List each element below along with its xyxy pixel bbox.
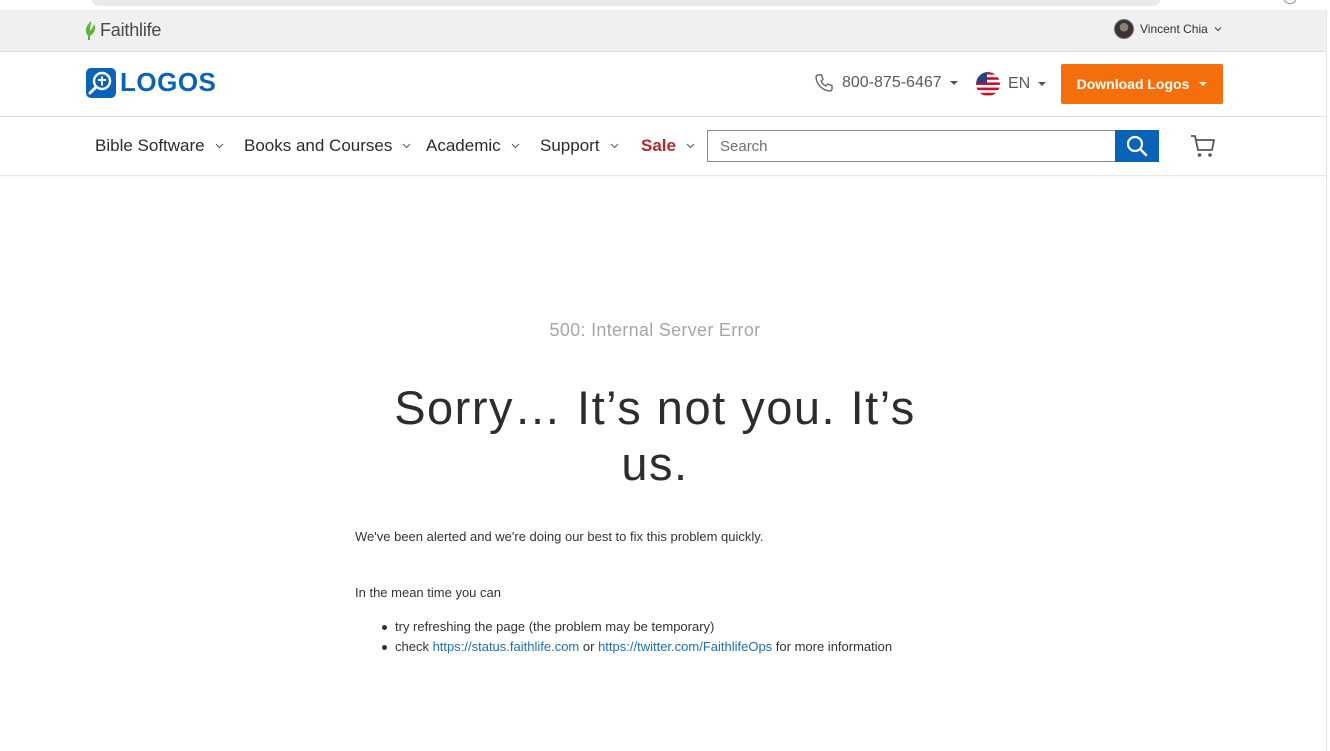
faithlife-leaf-icon	[85, 21, 96, 40]
tip-check-suffix: for more information	[772, 639, 893, 654]
avatar	[1114, 19, 1134, 39]
logos-brand-text: LOGOS	[120, 67, 217, 97]
nav-item-label: Books and Courses	[244, 136, 393, 155]
language-code: EN	[1008, 75, 1031, 92]
error-message: We've been alerted and we're doing our b…	[355, 529, 764, 544]
nav-item-bible-software[interactable]: Bible Software	[95, 136, 224, 156]
tip-check-prefix: check	[395, 639, 433, 654]
search-icon	[1126, 135, 1148, 157]
meantime-text: In the mean time you can	[355, 585, 501, 600]
phone-icon	[815, 74, 833, 92]
logos-magnifier-logo-icon	[86, 67, 116, 98]
chevron-down-icon	[511, 143, 520, 149]
logos-header: LOGOS 800-875-6467 EN Download Logos	[0, 52, 1330, 117]
nav-item-academic[interactable]: Academic	[426, 136, 520, 156]
faithlife-bar: Faithlife Vincent Chia	[0, 10, 1330, 52]
download-logos-label: Download Logos	[1076, 76, 1190, 92]
download-logos-button[interactable]: Download Logos	[1061, 64, 1223, 104]
error-code: 500: Internal Server Error	[549, 320, 761, 340]
tip-check-mid: or	[579, 639, 599, 654]
nav-item-label: Sale	[641, 136, 676, 155]
search-input[interactable]	[707, 130, 1116, 162]
cart-icon[interactable]	[1189, 132, 1217, 160]
error-headline: Sorry… It’s not you. It’s us.	[394, 381, 916, 490]
status-link[interactable]: https://status.faithlife.com	[433, 639, 580, 654]
us-flag-icon	[976, 72, 1000, 96]
chevron-down-icon	[402, 143, 411, 149]
list-item: check https://status.faithlife.com or ht…	[381, 639, 893, 659]
page-right-edge	[1326, 10, 1330, 751]
list-item: try refreshing the page (the problem may…	[381, 619, 892, 639]
tips-list: try refreshing the page (the problem may…	[381, 619, 893, 659]
twitter-link[interactable]: https://twitter.com/FaithlifeOps	[598, 639, 772, 654]
browser-profile-icon[interactable]	[1284, 0, 1296, 4]
nav-item-sale[interactable]: Sale	[641, 136, 695, 156]
logos-logo[interactable]: LOGOS	[86, 67, 216, 98]
search-button[interactable]	[1115, 130, 1159, 162]
main-nav: Bible Software Books and Courses Academi…	[0, 117, 1330, 176]
faithlife-logo[interactable]: Faithlife	[85, 20, 161, 41]
chevron-down-icon	[610, 143, 618, 149]
caret-down-icon	[1038, 82, 1047, 86]
nav-item-label: Support	[540, 136, 600, 155]
chevron-down-icon	[1214, 27, 1222, 32]
chevron-down-icon	[686, 143, 695, 149]
nav-item-books-and-courses[interactable]: Books and Courses	[244, 136, 411, 156]
caret-down-icon	[1199, 82, 1208, 86]
user-name: Vincent Chia	[1140, 22, 1208, 36]
nav-item-label: Academic	[426, 136, 501, 155]
browser-address-bar-edge	[92, 0, 1160, 6]
user-account-menu[interactable]: Vincent Chia	[1114, 19, 1222, 39]
caret-down-icon	[949, 81, 958, 85]
phone-menu[interactable]: 800-875-6467	[814, 73, 958, 93]
nav-item-support[interactable]: Support	[540, 136, 619, 156]
browser-chrome-strip	[0, 0, 1330, 10]
faithlife-brand-text: Faithlife	[100, 20, 162, 40]
nav-item-label: Bible Software	[95, 136, 205, 155]
language-selector[interactable]: EN	[976, 72, 1047, 96]
chevron-down-icon	[215, 143, 224, 149]
tip-refresh: try refreshing the page (the problem may…	[395, 619, 715, 634]
phone-number: 800-875-6467	[842, 74, 942, 91]
